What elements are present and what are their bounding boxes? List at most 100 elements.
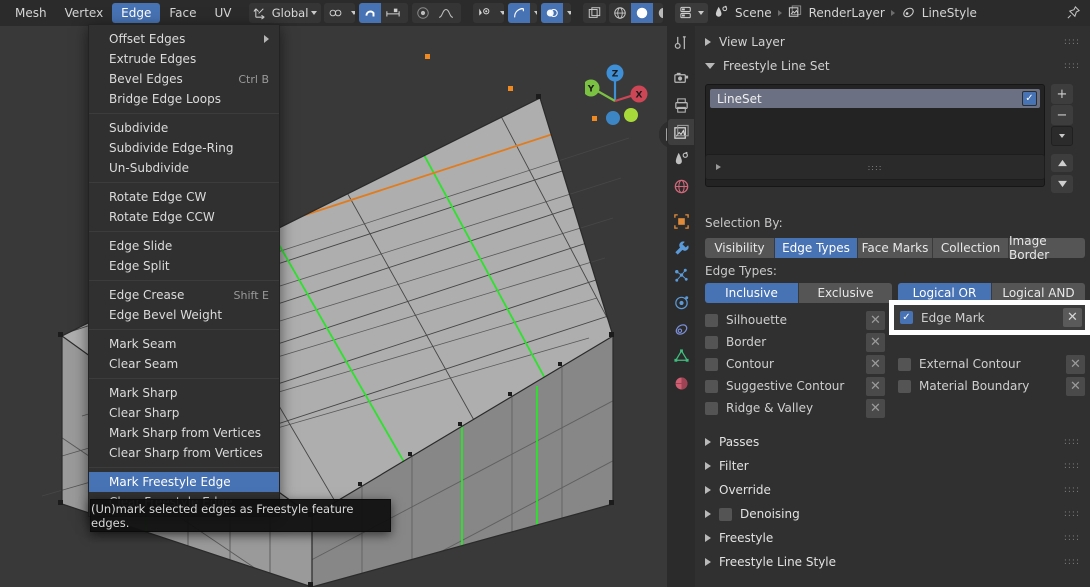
snapping-group[interactable] (324, 3, 355, 23)
selection-by-edge-types[interactable]: Edge Types (775, 238, 858, 258)
menu-item-mark-seam[interactable]: Mark Seam (89, 334, 279, 354)
menu-item-rotate-edge-ccw[interactable]: Rotate Edge CCW (89, 207, 279, 227)
show-overlays-icon[interactable] (541, 3, 564, 23)
panel-freestyle[interactable]: Freestyle :::: (695, 526, 1090, 550)
transform-orientation-dropdown[interactable]: Global (248, 3, 322, 23)
shading-solid-icon[interactable] (630, 3, 653, 23)
list-item[interactable]: LineSet (710, 89, 1040, 108)
tab-output[interactable] (668, 92, 694, 118)
breadcrumb-renderlayer[interactable]: RenderLayer (788, 5, 885, 21)
edge-type-contour[interactable]: Contour ✕ (705, 354, 885, 374)
checkbox[interactable] (705, 357, 718, 371)
menu-item-clear-sharp-from-vertices[interactable]: Clear Sharp from Vertices (89, 443, 279, 463)
panel-filter[interactable]: Filter :::: (695, 454, 1090, 478)
edge-types-inclusive[interactable]: Inclusive (705, 283, 799, 303)
move-up-button[interactable] (1051, 154, 1073, 172)
tab-modifiers[interactable] (668, 235, 694, 261)
proportional-edit-icon[interactable] (412, 3, 434, 23)
menu-item-edge-slide[interactable]: Edge Slide (89, 236, 279, 256)
lineset-specials-button[interactable] (1051, 126, 1073, 146)
lineset-modifier-bar[interactable]: :::: (705, 154, 1045, 180)
menu-item-mark-sharp-from-vertices[interactable]: Mark Sharp from Vertices (89, 423, 279, 443)
menu-item-mark-freestyle-edge[interactable]: Mark Freestyle Edge (89, 472, 279, 492)
menu-uv[interactable]: UV (206, 3, 241, 23)
menu-item-clear-sharp[interactable]: Clear Sharp (89, 403, 279, 423)
checkbox[interactable] (900, 311, 913, 324)
tab-tool[interactable] (668, 30, 694, 56)
lineset-enabled-checkbox[interactable] (1022, 91, 1037, 106)
edge-type-silhouette[interactable]: Silhouette ✕ (705, 310, 885, 330)
chevron-down-icon[interactable] (347, 3, 355, 23)
edge-type-material-boundary[interactable]: Material Boundary ✕ (898, 376, 1085, 396)
selection-by-visibility[interactable]: Visibility (705, 238, 775, 258)
panel-freestyle-line-style[interactable]: Freestyle Line Style :::: (695, 550, 1090, 574)
tab-view-layer[interactable] (668, 119, 694, 145)
snap-magnet-icon[interactable] (358, 3, 381, 23)
exclude-toggle-icon[interactable]: ✕ (866, 310, 885, 330)
add-lineset-button[interactable]: + (1051, 84, 1073, 104)
pin-icon[interactable] (1066, 5, 1082, 21)
tab-object[interactable] (668, 208, 694, 234)
exclude-toggle-icon[interactable]: ✕ (1063, 308, 1082, 327)
menu-item-edge-split[interactable]: Edge Split (89, 256, 279, 276)
menu-item-edge-crease[interactable]: Edge Crease Shift E (89, 285, 279, 305)
checkbox[interactable] (705, 401, 718, 415)
tab-render[interactable] (668, 65, 694, 91)
shading-modes-group[interactable] (608, 3, 663, 23)
chevron-down-icon[interactable] (496, 3, 504, 23)
menu-item-mark-sharp[interactable]: Mark Sharp (89, 383, 279, 403)
menu-item-edge-bevel-weight[interactable]: Edge Bevel Weight (89, 305, 279, 325)
tab-physics[interactable] (668, 289, 694, 315)
panel-denoising[interactable]: Denoising :::: (695, 502, 1090, 526)
edge-type-ridge-valley[interactable]: Ridge & Valley ✕ (705, 398, 885, 418)
edge-types-exclusive[interactable]: Exclusive (799, 283, 892, 303)
menu-mesh[interactable]: Mesh (6, 3, 56, 23)
edge-type-edge-mark[interactable]: Edge Mark ✕ (894, 305, 1085, 330)
menu-item-extrude-edges[interactable]: Extrude Edges (89, 49, 279, 69)
menu-item-rotate-edge-cw[interactable]: Rotate Edge CW (89, 187, 279, 207)
exclude-toggle-icon[interactable]: ✕ (866, 354, 885, 374)
panel-passes[interactable]: Passes :::: (695, 430, 1090, 454)
navigation-gizmo[interactable]: Z Y X (582, 56, 655, 126)
panel-view-layer[interactable]: View Layer :::: (695, 30, 1090, 54)
shading-wireframe-icon[interactable] (609, 3, 631, 23)
checkbox[interactable] (898, 379, 911, 393)
tab-scene[interactable] (668, 146, 694, 172)
edge-type-external-contour[interactable]: External Contour ✕ (898, 354, 1085, 374)
chevron-down-icon[interactable] (458, 3, 461, 23)
selection-by-image-border[interactable]: Image Border (1009, 234, 1085, 262)
xray-toggle-icon[interactable] (582, 3, 606, 23)
exclude-toggle-icon[interactable]: ✕ (1066, 354, 1085, 374)
edge-type-suggestive-contour[interactable]: Suggestive Contour ✕ (705, 376, 885, 396)
shading-material-icon[interactable] (653, 3, 663, 23)
tab-constraints[interactable] (668, 316, 694, 342)
show-gizmo-icon[interactable] (507, 3, 530, 23)
denoising-checkbox[interactable] (719, 507, 732, 521)
breadcrumb-scene[interactable]: Scene (714, 5, 772, 21)
menu-item-subdivide[interactable]: Subdivide (89, 118, 279, 138)
editor-type-selector[interactable] (675, 3, 708, 23)
menu-item-offset-edges[interactable]: Offset Edges (89, 29, 279, 49)
falloff-curve-icon[interactable] (434, 3, 458, 23)
chevron-down-icon[interactable] (563, 3, 571, 23)
snap-increment-icon[interactable] (381, 3, 405, 23)
tab-world[interactable] (668, 173, 694, 199)
menu-vertex[interactable]: Vertex (56, 3, 113, 23)
exclude-toggle-icon[interactable]: ✕ (866, 376, 885, 396)
exclude-toggle-icon[interactable]: ✕ (866, 398, 885, 418)
menu-item-bridge-edge-loops[interactable]: Bridge Edge Loops (89, 89, 279, 109)
edge-type-border[interactable]: Border ✕ (705, 332, 885, 352)
checkbox[interactable] (705, 335, 718, 349)
checkbox[interactable] (705, 313, 718, 327)
visibility-selectability-icon[interactable] (473, 3, 496, 23)
exclude-toggle-icon[interactable]: ✕ (1066, 376, 1085, 396)
breadcrumb-linestyle[interactable]: LineStyle (901, 5, 977, 21)
menu-item-bevel-edges[interactable]: Bevel Edges Ctrl B (89, 69, 279, 89)
move-down-button[interactable] (1051, 175, 1073, 193)
selection-by-collection[interactable]: Collection (933, 238, 1009, 258)
panel-override[interactable]: Override :::: (695, 478, 1090, 502)
tab-particles[interactable] (668, 262, 694, 288)
menu-item-subdivide-edge-ring[interactable]: Subdivide Edge-Ring (89, 138, 279, 158)
panel-freestyle-line-set[interactable]: Freestyle Line Set :::: (695, 54, 1090, 78)
exclude-toggle-icon[interactable]: ✕ (866, 332, 885, 352)
